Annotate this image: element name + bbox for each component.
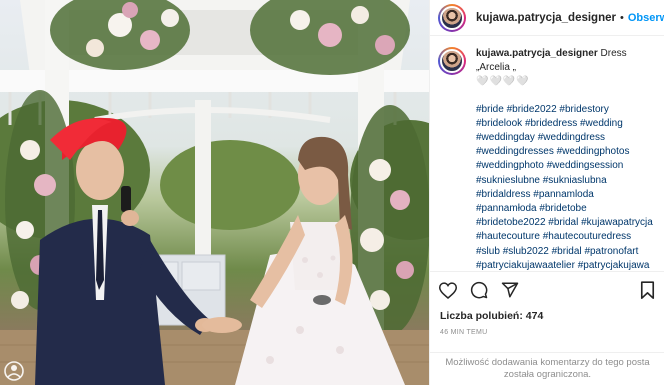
hashtag-link[interactable]: #weddingday (476, 132, 535, 143)
hashtag-link[interactable]: #wedding (580, 118, 623, 129)
hashtag-link[interactable]: #pannamloda (533, 189, 594, 200)
hashtag-link[interactable]: #bridal (552, 246, 582, 257)
likes-number: 474 (525, 310, 544, 322)
share-icon[interactable] (500, 280, 520, 300)
hashtag-link[interactable]: #slub2022 (503, 246, 549, 257)
comments-area[interactable]: kujawa.patrycja_designer Dress „Arcelia … (430, 37, 664, 271)
separator-dot: • (619, 11, 624, 24)
hashtag-link[interactable]: #bridaldress (476, 189, 530, 200)
comment-icon[interactable] (469, 280, 489, 300)
comments-restricted-notice: Możliwość dodawania komentarzy do tego p… (430, 352, 664, 385)
hashtag-link[interactable]: #hautecouture (476, 231, 540, 242)
post-timestamp[interactable]: 46 MIN TEMU (430, 322, 664, 336)
post-header: kujawa.patrycja_designer • Obserwuj (430, 0, 664, 36)
caption-body: kujawa.patrycja_designer Dress „Arcelia … (476, 47, 657, 90)
hashtag-link[interactable]: #bridelook (476, 118, 522, 129)
hashtag-link[interactable]: #bridedress (525, 118, 577, 129)
bookmark-icon[interactable] (637, 280, 657, 300)
likes-count[interactable]: Liczba polubień: 474 (430, 308, 664, 322)
hashtag-link[interactable]: #patronofart (584, 246, 638, 257)
likes-label: Liczba polubień: (440, 310, 523, 322)
hashtag-link[interactable]: #weddingdresses (476, 146, 554, 157)
action-bar (430, 272, 664, 308)
avatar-image (440, 49, 464, 73)
hashtag-link[interactable]: #bride (476, 104, 504, 115)
hashtag-link[interactable]: #bridestory (559, 104, 608, 115)
hashtag-link[interactable]: #slub (476, 246, 500, 257)
hashtag-link[interactable]: #weddingsession (547, 160, 624, 171)
hashtag-link[interactable]: #bridetobe (539, 203, 586, 214)
author-username[interactable]: kujawa.patrycja_designer (476, 12, 616, 24)
hashtag-list: #bride #bride2022 #bridestory #bridelook… (476, 103, 657, 271)
follow-button[interactable]: Obserwuj (628, 12, 664, 24)
hashtag-link[interactable]: #sukniaslubna (543, 175, 607, 186)
hashtag-link[interactable]: #weddingphoto (476, 160, 544, 171)
heart-icon[interactable] (438, 280, 458, 300)
wedding-photo-illustration (0, 0, 429, 385)
hashtag-link[interactable]: #bridetobe2022 (476, 217, 546, 228)
caption: kujawa.patrycja_designer Dress „Arcelia … (438, 47, 657, 90)
hashtag-link[interactable]: #bride2022 (507, 104, 557, 115)
hashtag-link[interactable]: #weddingphotos (557, 146, 630, 157)
hashtag-link[interactable]: #hautecouturedress (543, 231, 631, 242)
post-actions-section: Liczba polubień: 474 46 MIN TEMU (430, 271, 664, 336)
avatar-image (440, 5, 464, 30)
caption-username[interactable]: kujawa.patrycja_designer (476, 48, 598, 59)
hashtag-link[interactable]: #patryciakujawaatelier (476, 260, 575, 271)
hashtag-link[interactable]: #kujawapatrycja (581, 217, 653, 228)
post-sidebar: kujawa.patrycja_designer • Obserwuj kuja… (429, 0, 664, 385)
hashtag-link[interactable]: #pannamłoda (476, 203, 537, 214)
hashtag-link[interactable]: #bridal (548, 217, 578, 228)
hashtag-link[interactable]: #patrycjakujawa (578, 260, 650, 271)
hashtag-link[interactable]: #weddingdress (538, 132, 605, 143)
caption-hearts: 🤍🤍🤍🤍 (476, 76, 530, 88)
caption-avatar[interactable] (438, 47, 466, 75)
hashtag-link[interactable]: #suknieslubne (476, 175, 540, 186)
author-avatar[interactable] (438, 3, 466, 32)
post-photo[interactable] (0, 0, 429, 385)
